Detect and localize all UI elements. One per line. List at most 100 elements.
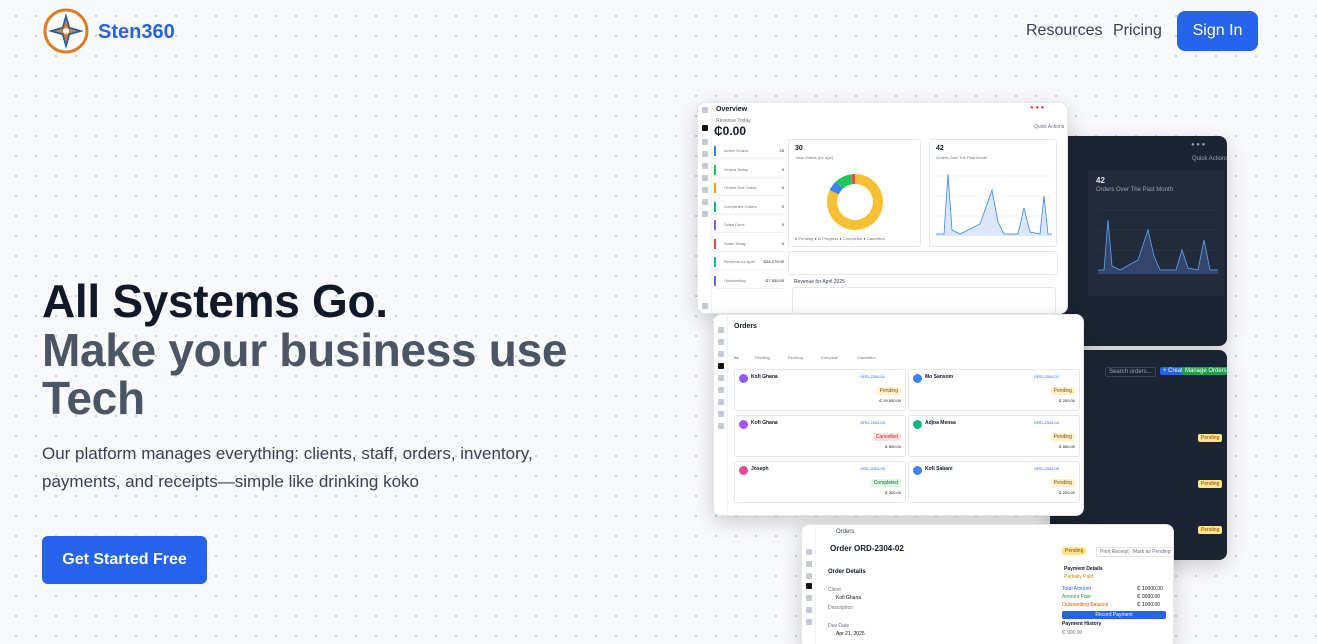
sign-in-button[interactable]: Sign In [1177,11,1258,51]
orders-tab[interactable]: Pending [755,355,770,360]
dashboard-icon[interactable] [702,125,708,131]
order-card[interactable]: Kofi Sabani ORD-2304-06 Pending ₵ 200.00 [908,461,1080,503]
monthly-orders-card: 42 Orders Over The Past Month [929,139,1057,247]
order-id[interactable]: ORD-2304-06 [1034,466,1059,471]
stat-row-value: 0 [781,240,784,246]
get-started-button[interactable]: Get Started Free [42,536,207,584]
order-card[interactable]: Adjoa Mensa ORD-2304-04 Pending ₵ 800.00 [908,415,1080,457]
clients-icon[interactable] [702,139,708,145]
overview-stat-row[interactable]: Sales Done 0 [714,217,784,233]
revenue-chart-card [792,287,1056,313]
home-icon[interactable] [718,327,724,333]
overview-stat-row[interactable]: Outstanding ₵7,530.00 [714,273,784,289]
total-orders-card: 30 Total Orders (for age) ● Pending ● In… [788,139,921,247]
staff-icon[interactable] [718,351,724,357]
stat-row-label: Orders Due Today [724,185,757,190]
order-status-badge: Pending [876,387,901,395]
inventory-icon[interactable] [702,175,708,181]
avatar [913,374,922,383]
inventory-icon[interactable] [806,595,812,601]
home-icon[interactable] [702,107,708,113]
payments-icon[interactable] [806,607,812,613]
dark-manage-button[interactable]: Manage Orders [1182,367,1227,375]
stat-color-bar [714,201,716,212]
logout-icon[interactable] [702,303,708,309]
orders-donut-chart [827,174,883,230]
client-value: Kofi Ghana [836,595,862,601]
client-label: Client [828,587,841,593]
mark-status-button[interactable]: Mark as Pending [1129,547,1173,557]
stat-row-value: 0 [781,222,784,227]
payments-icon[interactable] [702,187,708,193]
receipts-icon[interactable] [702,199,708,205]
nav-resources-link[interactable]: Resources [1026,22,1102,40]
nav-pricing-link[interactable]: Pricing [1113,22,1162,40]
due-date-label: Due Date [828,623,850,629]
orders-sidebar [714,315,728,515]
payment-status: Partially Paid [1064,574,1094,580]
settings-icon[interactable] [702,211,708,217]
clients-icon[interactable] [718,339,724,345]
settings-icon[interactable] [718,411,724,417]
staff-icon[interactable] [806,573,812,579]
print-receipt-button[interactable]: Print Receipt [1096,547,1133,557]
dark-search-input[interactable]: Search orders... [1105,367,1156,377]
record-payment-button[interactable]: Record Payment [1062,611,1166,619]
overview-stat-row[interactable]: Completed Orders 0 [714,199,784,215]
overview-stat-row[interactable]: Active Orders 25 [714,143,784,159]
order-client-name: Kofi Ghana [751,420,778,426]
order-id[interactable]: ORD-2304-01 [860,374,885,379]
payments-icon[interactable] [718,387,724,393]
orders-tab[interactable]: Complete [821,355,838,360]
receipts-icon[interactable] [718,399,724,405]
overview-stat-row[interactable]: Revenue for April ₵53,279.00 [714,254,784,270]
total-orders-value: 30 [795,145,803,152]
staff-icon[interactable] [702,151,708,157]
orders-tab[interactable]: Cancelled [857,355,875,360]
avatar [913,420,922,429]
orders-icon[interactable] [806,583,812,589]
dark-header-icons: ● ● ● [1191,142,1206,148]
order-id[interactable]: ORD-2304-03 [860,420,885,425]
overview-stat-row[interactable]: Orders Today 0 [714,162,784,178]
order-card[interactable]: Mo Sansom ORD-2304-02 Pending ₵ 200.00 [908,369,1080,411]
reports-icon[interactable] [718,423,724,429]
order-id[interactable]: ORD-2304-05 [860,466,885,471]
overview-stat-row[interactable]: Sales Today 0 [714,236,784,252]
top-navbar: Sten360 Resources Pricing Sign In [0,0,1317,64]
mini-stats-row [788,251,1058,275]
compass-logo-icon[interactable] [43,8,89,54]
order-id[interactable]: ORD-2304-02 [1034,374,1059,379]
monthly-orders-label: Orders Over The Past Month [936,155,988,160]
inventory-icon[interactable] [718,375,724,381]
order-card[interactable]: Kofi Ghana ORD-2304-01 Pending ₵ 19,500.00 [734,369,906,411]
hero-headline: All Systems Go. [42,275,388,327]
quick-actions-button[interactable]: Quick Actions [1034,124,1064,130]
overview-stat-row[interactable]: Orders Due Today 0 [714,180,784,196]
stat-color-bar [714,220,716,230]
receipts-icon[interactable] [806,619,812,625]
order-amount: ₵ 800.00 [884,444,901,449]
brand-name[interactable]: Sten360 [98,21,175,44]
orders-tab[interactable]: Pending [788,355,803,360]
orders-tab[interactable]: All [734,355,738,360]
order-client-name: Joseph [751,466,769,472]
orders-icon[interactable] [702,163,708,169]
order-detail-screenshot: Orders Order ORD-2304-02 Pending Print R… [801,524,1174,644]
order-card[interactable]: Kofi Ghana ORD-2304-03 Cancelled ₵ 800.00 [734,415,906,457]
order-amount: ₵ 800.00 [1058,444,1075,449]
stat-row-value: ₵53,279.00 [763,259,784,264]
stat-color-bar [714,164,716,175]
orders-icon[interactable] [718,363,724,369]
stat-color-bar [714,146,716,156]
overview-sidebar [698,103,712,313]
clients-icon[interactable] [806,561,812,567]
home-icon[interactable] [806,549,812,555]
amount-paid-label: Amount Paid [1062,594,1091,600]
stat-row-label: Revenue for April [724,259,755,264]
detail-breadcrumb[interactable]: Orders [836,529,854,535]
order-card[interactable]: Joseph ORD-2304-05 Completed ₵ 300.00 [734,461,906,503]
order-status-badge: Pending [1050,387,1075,395]
order-id[interactable]: ORD-2304-04 [1034,420,1059,425]
stat-color-bar [714,275,716,286]
